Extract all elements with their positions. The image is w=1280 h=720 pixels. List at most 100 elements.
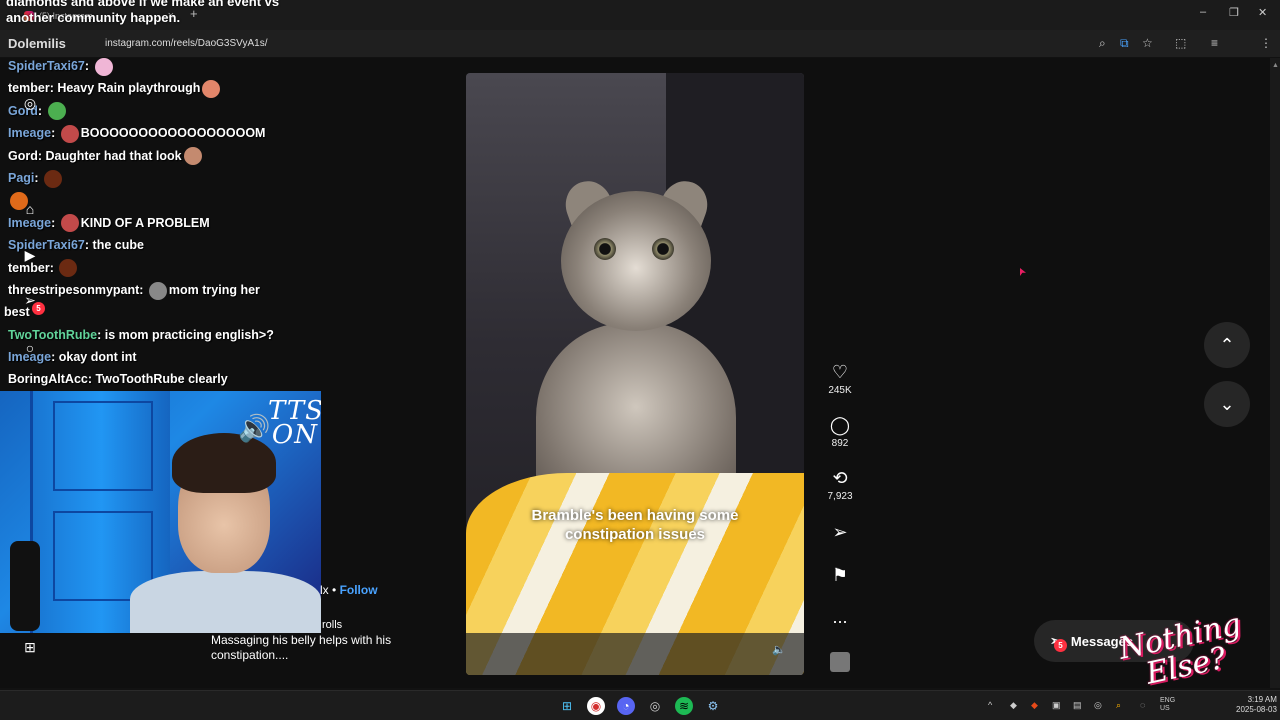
next-reel-button[interactable]: ⌄ [1204,381,1250,427]
streamer-name: Dolemilis [8,36,66,51]
speaker-icon: 🔊 [238,413,271,443]
tray-app-icon[interactable]: ▣ [1052,700,1061,711]
chat-colon: : [87,372,96,387]
windows-taskbar: ⊞ ◉ ◔ ◎ ≋ ⚙ ^ ◆ ◆ ▣ ▤ ◎ ⌕ ◌ [0,690,1280,720]
language-indicator[interactable]: ENG US [1160,697,1175,713]
instagram-icon[interactable]: ◎ [20,93,40,113]
more-grid-icon[interactable]: ⊞ [20,637,40,657]
search-nav-icon[interactable]: ○ [20,338,40,358]
steam-icon[interactable]: ⚙ [704,697,722,715]
like-action[interactable]: ♡ 245K [820,361,860,396]
chat-text: Daughter had that look [45,148,182,163]
chat-colon: : [37,148,46,163]
close-window-icon[interactable]: ✕ [1258,6,1267,19]
comment-icon[interactable]: ◯ [820,414,860,436]
separator: • [332,583,337,597]
tray-app-icon[interactable]: ⌕ [1116,700,1121,711]
mute-icon[interactable]: 🔈 [772,643,786,656]
lang-secondary: US [1160,705,1170,712]
like-count: 245K [828,385,852,396]
windows-start-icon[interactable]: ⊞ [558,697,576,715]
obs-icon[interactable]: ◎ [646,697,664,715]
chat-message: Gord: Daughter had that look [8,146,308,168]
more-dots-icon[interactable]: ... [820,606,860,628]
url-field[interactable]: instagram.com/reels/DaoG3SVyA1s/ [105,38,267,49]
chat-username[interactable]: BoringAltAcc [8,372,88,386]
chevron-up-icon: ⌃ [1219,334,1235,355]
tts-text: TTS ON [268,396,321,450]
clock-date: 2025-08-03 [1236,705,1277,714]
comment-count: 892 [831,438,849,449]
tray-network-icon[interactable]: ◌ [1140,700,1145,710]
discord-icon[interactable]: ◔ [617,697,635,715]
media-icon[interactable]: ≡ [1211,36,1218,50]
heart-icon[interactable]: ♡ [820,361,860,383]
chrome-icon[interactable]: ◉ [587,697,605,715]
reels-icon[interactable]: ▶ [20,245,40,265]
extensions-icon[interactable]: ⬚ [1175,36,1186,50]
notification-badge: 5 [32,302,45,315]
chat-text: BOOOOOOOOOOOOOOOOOM [80,126,266,141]
reel-video[interactable]: Bramble's been having some constipation … [466,73,804,675]
restore-icon[interactable]: ❐ [1229,6,1239,19]
chat-username[interactable]: Imeage [8,126,51,140]
chat-username[interactable]: Pagi [8,171,34,185]
scroll-up-icon[interactable]: ▲ [1272,62,1279,69]
tray-expand-icon[interactable]: ^ [988,700,992,710]
chat-username[interactable]: SpiderTaxi67 [8,59,85,73]
chat-emote-icon [183,147,202,166]
messages-icon: ➢ 5 [1050,633,1067,652]
screen: (5) Instagram × + – ❐ ✕ instagram.com/re… [0,0,1280,720]
follow-button[interactable]: Follow [340,583,378,597]
chat-message: threestripesonmypant: mom trying her [8,280,308,302]
chat-emote-icon [60,124,79,143]
microphone-graphic [10,541,40,631]
chat-text: KIND OF A PROBLEM [80,215,210,230]
reel-description: Massaging his belly helps with his const… [211,633,392,662]
previous-reel-button[interactable]: ⌃ [1204,322,1250,368]
person-shirt [130,571,321,633]
minimize-icon[interactable]: – [1200,6,1206,18]
stream-overlay-text: diamonds and above if we make an event v… [6,0,280,25]
translate-icon[interactable]: ⧉ [1120,36,1129,51]
author-name[interactable]: lx [320,583,329,597]
repost-action[interactable]: ⟲ 7,923 [820,467,860,502]
bookmark-star-icon[interactable]: ☆ [1142,36,1153,50]
lang-primary: ENG [1160,697,1176,704]
chat-colon: : [51,215,59,230]
bookmark-icon[interactable]: ⚑ [820,564,860,586]
chat-colon: : [51,350,59,365]
tray-brave-icon[interactable]: ◆ [1031,700,1038,711]
chat-message: tember: [8,258,308,280]
chat-colon: : [139,282,147,297]
audio-thumbnail[interactable] [830,652,850,672]
audio-label: rolls [322,619,343,631]
tray-app-icon[interactable]: ▤ [1073,700,1082,711]
reel-author-row: lx • Follow [320,583,378,597]
zoom-icon[interactable]: ⌕ [1099,36,1106,51]
kitten-eye [594,238,616,260]
chat-message: best [4,302,308,324]
chat-colon: : [34,170,43,185]
taskbar-clock[interactable]: 3:19 AM 2025-08-03 [1236,695,1277,715]
kitten-eye [652,238,674,260]
tray-app-icon[interactable]: ◆ [1010,700,1017,711]
home-icon[interactable]: ⌂ [20,199,40,219]
chat-username[interactable]: Gord [8,149,38,163]
chat-emote-icon [44,169,63,188]
chat-colon: : [84,238,93,253]
menu-dots-icon[interactable]: ⋮ [1260,36,1272,50]
repost-icon[interactable]: ⟲ [820,467,860,489]
comment-action[interactable]: ◯ 892 [820,414,860,449]
spotify-icon[interactable]: ≋ [675,697,693,715]
pillow-shadow [466,633,804,675]
chat-text: TwoToothRube clearly [95,372,228,387]
share-action[interactable]: ➢ [820,521,860,543]
chat-message [8,190,308,212]
chat-emote-icon [202,80,221,99]
page-scrollbar[interactable]: ▲ [1270,58,1280,688]
tray-app-icon[interactable]: ◎ [1094,700,1102,711]
share-icon[interactable]: ➢ [820,521,860,543]
more-action[interactable]: ... [820,606,860,628]
save-action[interactable]: ⚑ [820,564,860,586]
